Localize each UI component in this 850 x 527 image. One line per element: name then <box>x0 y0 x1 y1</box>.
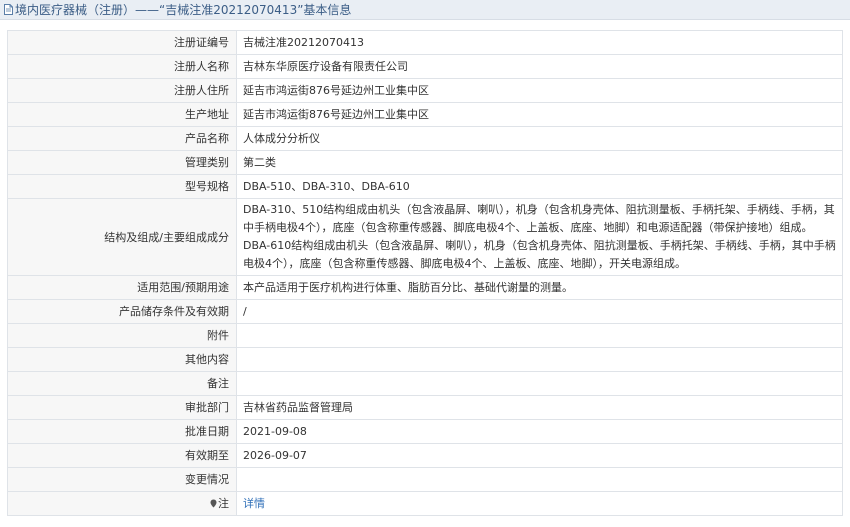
note-icon <box>210 499 217 508</box>
row-value: 2026-09-07 <box>236 443 843 468</box>
details-link[interactable]: 详情 <box>243 497 265 510</box>
table-row-production-address: 生产地址 延吉市鸿运街876号延边州工业集中区 <box>7 102 843 127</box>
row-label: 有效期至 <box>7 443 237 468</box>
row-label: 其他内容 <box>7 347 237 372</box>
row-label: 生产地址 <box>7 102 237 127</box>
row-label: 附件 <box>7 323 237 348</box>
row-label: 产品名称 <box>7 126 237 151</box>
table-row-valid-until: 有效期至 2026-09-07 <box>7 443 843 468</box>
table-row-product-name: 产品名称 人体成分分析仪 <box>7 126 843 151</box>
row-label: 适用范围/预期用途 <box>7 275 237 300</box>
row-label: 审批部门 <box>7 395 237 420</box>
row-label: 变更情况 <box>7 467 237 492</box>
table-row-storage: 产品储存条件及有效期 / <box>7 299 843 324</box>
row-label: 注册人住所 <box>7 78 237 103</box>
row-label: 批准日期 <box>7 419 237 444</box>
table-row-approval-dept: 审批部门 吉林省药品监督管理局 <box>7 395 843 420</box>
table-row-registrant-name: 注册人名称 吉林东华原医疗设备有限责任公司 <box>7 54 843 79</box>
table-row-note: 注 详情 <box>7 491 843 516</box>
table-row-attachment: 附件 <box>7 323 843 348</box>
row-value: 第二类 <box>236 150 843 175</box>
row-value <box>236 347 843 372</box>
row-value <box>236 323 843 348</box>
table-row-management-class: 管理类别 第二类 <box>7 150 843 175</box>
table-row-intended-use: 适用范围/预期用途 本产品适用于医疗机构进行体重、脂肪百分比、基础代谢量的测量。 <box>7 275 843 300</box>
row-label: 注册人名称 <box>7 54 237 79</box>
row-value: 吉械注准20212070413 <box>236 30 843 55</box>
row-value <box>236 371 843 396</box>
row-value: 延吉市鸿运街876号延边州工业集中区 <box>236 78 843 103</box>
row-value: 吉林东华原医疗设备有限责任公司 <box>236 54 843 79</box>
row-value: 本产品适用于医疗机构进行体重、脂肪百分比、基础代谢量的测量。 <box>236 275 843 300</box>
table-row-approval-date: 批准日期 2021-09-08 <box>7 419 843 444</box>
row-label: 产品储存条件及有效期 <box>7 299 237 324</box>
device-info-table: 注册证编号 吉械注准20212070413 注册人名称 吉林东华原医疗设备有限责… <box>7 30 843 516</box>
table-row-remarks: 备注 <box>7 371 843 396</box>
table-row-changes: 变更情况 <box>7 467 843 492</box>
row-label: 备注 <box>7 371 237 396</box>
page-title: 境内医疗器械（注册）——“吉械注准20212070413”基本信息 <box>15 3 352 17</box>
table-row-other: 其他内容 <box>7 347 843 372</box>
row-label-note: 注 <box>7 491 237 516</box>
page-header: 境内医疗器械（注册）——“吉械注准20212070413”基本信息 <box>0 0 850 20</box>
table-row-structure: 结构及组成/主要组成成分 DBA-310、510结构组成由机头（包含液晶屏、喇叭… <box>7 198 843 276</box>
row-label: 管理类别 <box>7 150 237 175</box>
row-value: / <box>236 299 843 324</box>
row-label: 注 <box>218 497 229 510</box>
row-value: DBA-510、DBA-310、DBA-610 <box>236 174 843 199</box>
table-row-registration-no: 注册证编号 吉械注准20212070413 <box>7 30 843 55</box>
row-label: 注册证编号 <box>7 30 237 55</box>
row-value: 延吉市鸿运街876号延边州工业集中区 <box>236 102 843 127</box>
row-value: DBA-310、510结构组成由机头（包含液晶屏、喇叭），机身（包含机身壳体、阻… <box>236 198 843 276</box>
row-label: 型号规格 <box>7 174 237 199</box>
row-value: 2021-09-08 <box>236 419 843 444</box>
row-value: 人体成分分析仪 <box>236 126 843 151</box>
row-value <box>236 467 843 492</box>
row-value: 详情 <box>236 491 843 516</box>
row-value: 吉林省药品监督管理局 <box>236 395 843 420</box>
table-row-model-spec: 型号规格 DBA-510、DBA-310、DBA-610 <box>7 174 843 199</box>
row-label: 结构及组成/主要组成成分 <box>7 198 237 276</box>
document-icon <box>4 4 13 15</box>
table-row-registrant-address: 注册人住所 延吉市鸿运街876号延边州工业集中区 <box>7 78 843 103</box>
